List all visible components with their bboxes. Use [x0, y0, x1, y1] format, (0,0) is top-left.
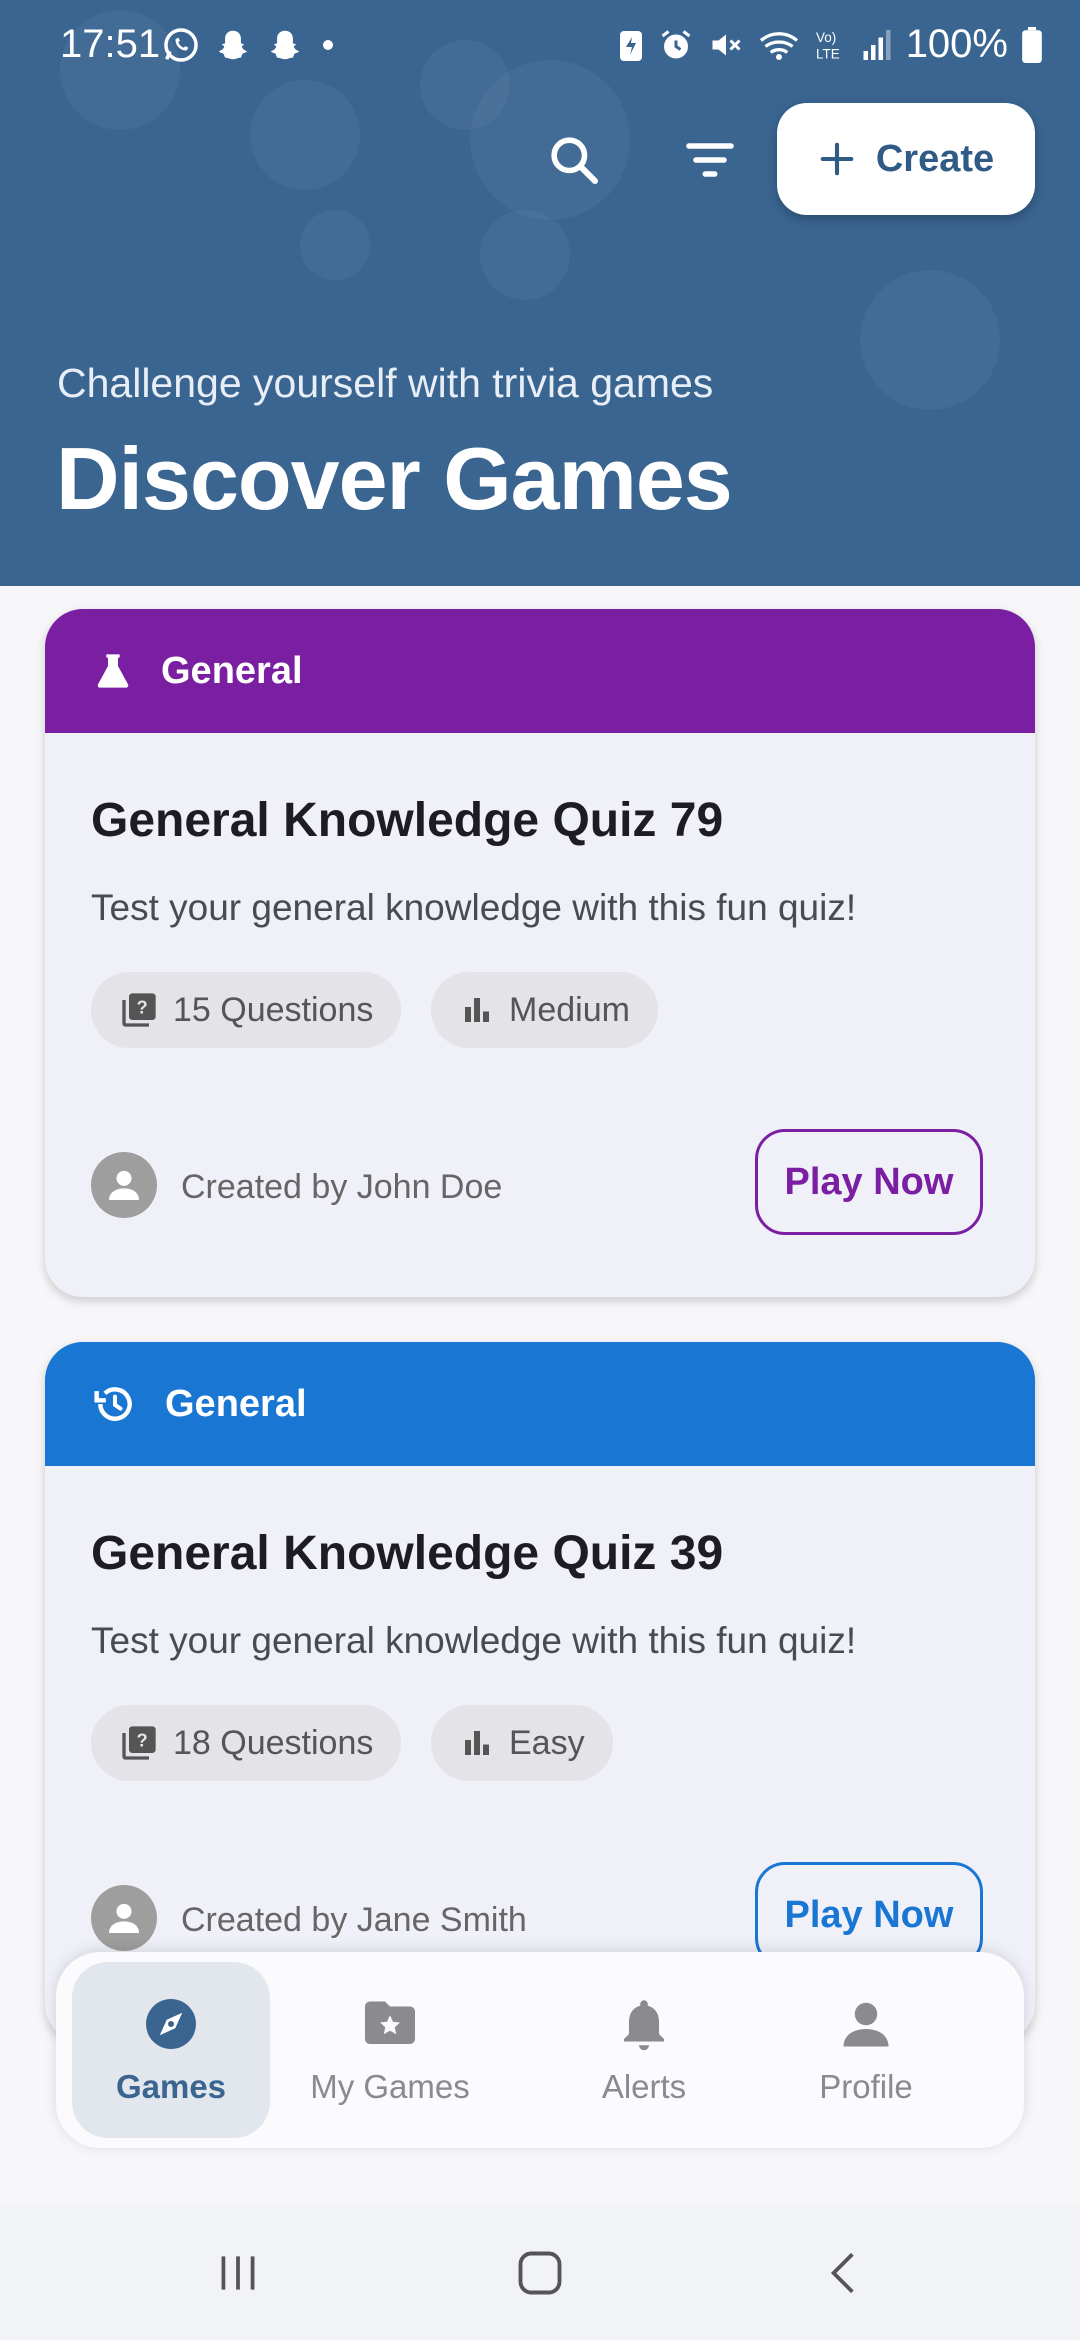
battery-percent: 100% [905, 22, 1008, 66]
plus-icon [820, 142, 854, 176]
bar-chart-icon [465, 998, 489, 1022]
quiz-icon: ? [122, 1726, 156, 1760]
folder-star-icon [365, 2001, 415, 2044]
back-button[interactable] [814, 2243, 874, 2303]
questions-count: 15 Questions [173, 990, 374, 1029]
bottom-navigation: Games My Games Alerts Profile [56, 1952, 1024, 2148]
battery-saver-icon [619, 30, 642, 61]
svg-text:LTE: LTE [816, 46, 840, 61]
nav-label: My Games [310, 2068, 470, 2105]
back-icon [830, 2252, 854, 2294]
play-now-button[interactable]: Play Now [755, 1129, 983, 1235]
quiz-icon: ? [122, 993, 156, 1027]
card-category: General [165, 1382, 307, 1425]
card-category-header: General [45, 1342, 1035, 1466]
bell-icon [624, 2000, 664, 2051]
avatar [91, 1885, 157, 1951]
home-icon [518, 2251, 562, 2295]
page-title: Discover Games [56, 429, 733, 528]
difficulty-label: Medium [509, 990, 630, 1029]
nav-label: Alerts [601, 2068, 687, 2105]
wifi-icon [759, 31, 798, 60]
search-button[interactable] [534, 120, 614, 200]
game-card[interactable]: General General Knowledge Quiz 39 Test y… [45, 1342, 1035, 2042]
questions-chip: ? 18 Questions [91, 1705, 402, 1781]
home-button[interactable] [510, 2243, 570, 2303]
difficulty-chip: Easy [431, 1705, 613, 1781]
dot-icon [323, 40, 333, 50]
difficulty-label: Easy [509, 1723, 585, 1762]
history-icon [94, 1387, 132, 1421]
questions-chip: ? 15 Questions [91, 972, 402, 1048]
svg-text:?: ? [137, 1729, 148, 1750]
compass-icon [146, 1999, 196, 2049]
volte-icon: Vo)LTE [816, 30, 840, 62]
status-bar: 17:51 Vo) LTE 100% [0, 0, 1080, 90]
card-creator: Created by Jane Smith [181, 1901, 527, 1939]
filter-icon [686, 143, 734, 177]
card-category: General [161, 649, 303, 692]
svg-text:Vo): Vo) [816, 30, 836, 45]
flask-icon [97, 654, 129, 688]
search-icon [551, 137, 599, 185]
game-card[interactable]: General General Knowledge Quiz 79 Test y… [45, 609, 1035, 1297]
mute-icon [712, 34, 741, 55]
recents-icon [221, 2256, 255, 2290]
alarm-icon [661, 29, 691, 58]
status-time: 17:51 [60, 22, 161, 66]
card-description: Test your general knowledge with this fu… [91, 1620, 857, 1661]
recents-button[interactable] [208, 2243, 268, 2303]
nav-item-alerts[interactable]: Alerts [546, 1962, 742, 2138]
snapchat-icon [218, 30, 248, 60]
svg-text:?: ? [137, 996, 148, 1017]
nav-label: Games [115, 2068, 227, 2105]
person-icon [843, 2002, 889, 2047]
create-label: Create [875, 137, 995, 180]
page-subtitle: Challenge yourself with trivia games [57, 360, 714, 406]
avatar [91, 1152, 157, 1218]
difficulty-chip: Medium [431, 972, 658, 1048]
card-category-header: General [45, 609, 1035, 733]
nav-item-profile[interactable]: Profile [768, 1962, 964, 2138]
snapchat-icon [270, 30, 300, 60]
nav-label: Profile [819, 2068, 913, 2105]
whatsapp-icon [164, 28, 198, 62]
filter-button[interactable] [670, 120, 750, 200]
card-creator: Created by John Doe [181, 1168, 503, 1206]
header: 17:51 Vo) LTE 100% Create Challenge yours… [0, 0, 1080, 586]
questions-count: 18 Questions [173, 1723, 374, 1762]
card-title: General Knowledge Quiz 79 [91, 794, 724, 847]
create-button[interactable]: Create [777, 103, 1035, 215]
card-description: Test your general knowledge with this fu… [91, 887, 857, 928]
nav-item-games[interactable]: Games [72, 1962, 270, 2138]
person-icon [109, 1903, 139, 1933]
signal-icon [863, 29, 891, 60]
bar-chart-icon [465, 1731, 489, 1755]
battery-icon [1022, 26, 1042, 63]
nav-item-my-games[interactable]: My Games [292, 1962, 488, 2138]
system-navigation-bar [0, 2205, 1080, 2340]
card-title: General Knowledge Quiz 39 [91, 1527, 724, 1580]
person-icon [109, 1170, 139, 1200]
